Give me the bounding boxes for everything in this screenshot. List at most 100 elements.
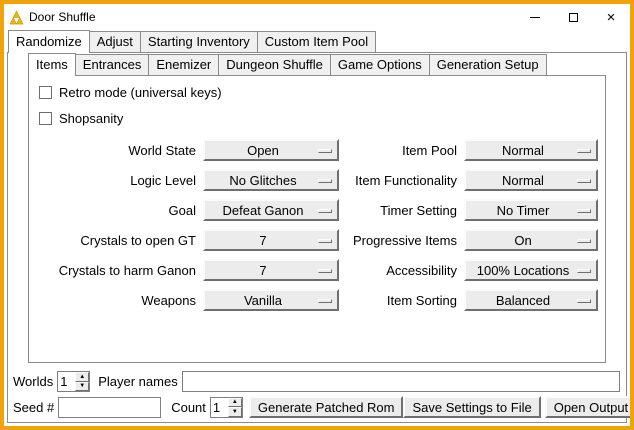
retro-mode-checkbox-row[interactable]: Retro mode (universal keys) [39,85,605,100]
tab-randomize[interactable]: Randomize [8,30,90,53]
tab-game-options[interactable]: Game Options [330,54,430,75]
goal-dropdown[interactable]: Defeat Ganon [203,199,339,221]
count-spin-up-icon[interactable]: ▲ [228,398,242,408]
count-spinner: ▲ ▼ [210,397,243,418]
accessibility-value: 100% Locations [477,263,570,278]
shopsanity-checkbox[interactable] [39,112,52,125]
window-title: Door Shuffle [29,10,96,24]
generate-patched-rom-button[interactable]: Generate Patched Rom [249,396,404,418]
tab-custom-item-pool[interactable]: Custom Item Pool [257,31,376,52]
app-icon [9,10,24,25]
goal-label: Goal [39,203,196,218]
tab-enemizer[interactable]: Enemizer [148,54,219,75]
crystals-ganon-value: 7 [259,263,266,278]
dropdown-indicator-icon [577,299,591,303]
generation-row: Seed # Count ▲ ▼ Generate Patched Rom Sa… [13,396,622,418]
crystals-ganon-label: Crystals to harm Ganon [39,263,196,278]
item-sorting-label: Item Sorting [346,293,457,308]
item-functionality-value: Normal [502,173,544,188]
tab-adjust[interactable]: Adjust [89,31,141,52]
goal-value: Defeat Ganon [223,203,304,218]
player-names-label: Player names [98,374,177,389]
settings-grid: World State Open Item Pool Normal Logic … [39,139,598,311]
dropdown-indicator-icon [318,149,332,153]
shopsanity-checkbox-row[interactable]: Shopsanity [39,111,605,126]
logic-level-dropdown[interactable]: No Glitches [203,169,339,191]
weapons-dropdown[interactable]: Vanilla [203,289,339,311]
crystals-gt-value: 7 [259,233,266,248]
worlds-spin-up-icon[interactable]: ▲ [75,372,89,382]
crystals-ganon-dropdown[interactable]: 7 [203,259,339,281]
randomize-pane: Items Entrances Enemizer Dungeon Shuffle… [7,52,627,423]
item-sorting-dropdown[interactable]: Balanced [464,289,598,311]
minimize-icon [530,17,540,18]
weapons-value: Vanilla [244,293,282,308]
crystals-gt-dropdown[interactable]: 7 [203,229,339,251]
item-sorting-value: Balanced [496,293,550,308]
tab-starting-inventory[interactable]: Starting Inventory [140,31,258,52]
accessibility-dropdown[interactable]: 100% Locations [464,259,598,281]
dropdown-indicator-icon [318,269,332,273]
world-state-label: World State [39,143,196,158]
items-pane: Retro mode (universal keys) Shopsanity W… [28,75,606,363]
item-pool-dropdown[interactable]: Normal [464,139,598,161]
dropdown-indicator-icon [318,179,332,183]
worlds-spinner: ▲ ▼ [57,371,90,392]
dropdown-indicator-icon [318,239,332,243]
player-names-input[interactable] [182,371,620,392]
close-icon: × [607,10,616,25]
tab-dungeon-shuffle[interactable]: Dungeon Shuffle [218,54,331,75]
accessibility-label: Accessibility [346,263,457,278]
crystals-gt-label: Crystals to open GT [39,233,196,248]
progressive-items-value: On [514,233,531,248]
progressive-items-dropdown[interactable]: On [464,229,598,251]
item-pool-value: Normal [502,143,544,158]
timer-setting-dropdown[interactable]: No Timer [464,199,598,221]
open-output-directory-button[interactable]: Open Output Directory [545,396,634,418]
item-pool-label: Item Pool [346,143,457,158]
window-controls: × [516,4,630,30]
worlds-input[interactable] [58,372,75,391]
dropdown-indicator-icon [577,149,591,153]
close-button[interactable]: × [592,4,630,30]
maximize-button[interactable] [554,4,592,30]
bottom-controls: Worlds ▲ ▼ Player names Seed # Count [8,368,626,422]
retro-mode-checkbox[interactable] [39,86,52,99]
seed-input[interactable] [58,397,161,418]
seed-label: Seed # [13,400,54,415]
count-input[interactable] [211,398,228,417]
titlebar: Door Shuffle × [4,4,630,30]
item-functionality-dropdown[interactable]: Normal [464,169,598,191]
logic-level-label: Logic Level [39,173,196,188]
dropdown-indicator-icon [577,269,591,273]
shopsanity-label: Shopsanity [59,111,123,126]
world-state-value: Open [247,143,279,158]
dropdown-indicator-icon [577,209,591,213]
main-tab-bar: Randomize Adjust Starting Inventory Cust… [4,30,630,52]
dropdown-indicator-icon [318,209,332,213]
retro-mode-label: Retro mode (universal keys) [59,85,222,100]
worlds-spin-down-icon[interactable]: ▼ [75,382,89,392]
world-state-dropdown[interactable]: Open [203,139,339,161]
timer-setting-label: Timer Setting [346,203,457,218]
tab-items[interactable]: Items [28,53,76,76]
multiworld-row: Worlds ▲ ▼ Player names [13,371,622,392]
dropdown-indicator-icon [577,179,591,183]
tab-generation-setup[interactable]: Generation Setup [429,54,547,75]
logic-level-value: No Glitches [229,173,296,188]
item-functionality-label: Item Functionality [346,173,457,188]
save-settings-button[interactable]: Save Settings to File [403,396,540,418]
maximize-icon [569,13,578,22]
count-label: Count [171,400,206,415]
count-spin-down-icon[interactable]: ▼ [228,407,242,417]
progressive-items-label: Progressive Items [346,233,457,248]
weapons-label: Weapons [39,293,196,308]
app-window: Door Shuffle × Randomize Adjust Starting… [0,0,634,430]
dropdown-indicator-icon [577,239,591,243]
timer-setting-value: No Timer [497,203,550,218]
sub-tab-bar: Items Entrances Enemizer Dungeon Shuffle… [8,53,626,75]
minimize-button[interactable] [516,4,554,30]
worlds-label: Worlds [13,374,53,389]
dropdown-indicator-icon [318,299,332,303]
tab-entrances[interactable]: Entrances [75,54,150,75]
